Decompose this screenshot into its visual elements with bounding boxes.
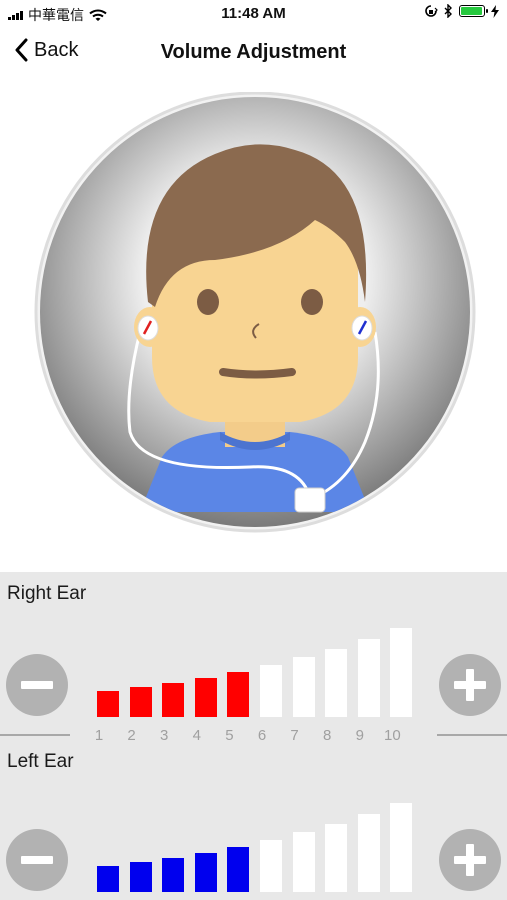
left-volume-bar-9[interactable]	[357, 814, 380, 892]
left-volume-bar-10[interactable]	[390, 803, 413, 892]
navigation-bar: Back Volume Adjustment	[0, 28, 507, 76]
right-volume-bar-8[interactable]	[325, 649, 348, 717]
scale-tick-7: 7	[290, 727, 299, 744]
right-volume-bar-3[interactable]	[162, 683, 185, 717]
right-volume-bar-9[interactable]	[357, 639, 380, 717]
left-ear-panel: Left Ear	[0, 746, 507, 900]
right-volume-bar-5[interactable]	[227, 672, 250, 717]
lock-rotation-icon	[425, 5, 438, 17]
right-volume-bar-2[interactable]	[129, 687, 152, 717]
status-bar: 中華電信 11:48 AM	[0, 0, 507, 28]
right-volume-bar-10[interactable]	[390, 628, 413, 717]
right-earbud	[137, 315, 159, 341]
left-volume-bar-4[interactable]	[194, 853, 217, 892]
left-volume-bar-3[interactable]	[162, 858, 185, 892]
scale-tick-1: 1	[94, 727, 104, 744]
left-volume-bar-8[interactable]	[325, 824, 348, 892]
left-earbud	[351, 315, 373, 341]
scale-tick-4: 4	[192, 727, 201, 744]
left-volume-bar-1[interactable]	[97, 866, 119, 892]
scale-tick-9: 9	[355, 727, 364, 744]
left-volume-up-button[interactable]	[439, 829, 501, 891]
left-volume-bars	[0, 746, 507, 900]
scale-tick-3: 3	[160, 727, 169, 744]
left-volume-bar-2[interactable]	[129, 862, 152, 892]
charging-icon	[491, 4, 499, 18]
page-title: Volume Adjustment	[160, 41, 347, 63]
earphone-remote	[294, 487, 326, 513]
avatar-illustration	[34, 92, 476, 533]
scale-tick-6: 6	[257, 727, 267, 744]
right-volume-bar-6[interactable]	[260, 665, 282, 717]
right-volume-up-button[interactable]	[439, 654, 501, 716]
scale-tick-10: 10	[384, 727, 401, 744]
status-indicators	[424, 4, 499, 18]
bluetooth-icon	[444, 4, 452, 18]
right-volume-bars	[0, 572, 507, 746]
right-ear-panel: Right Ear 1 2 3 4 5 6 7 8 9 10	[0, 572, 507, 746]
scale-tick-8: 8	[323, 727, 332, 744]
volume-scale: 1 2 3 4 5 6 7 8 9 10	[0, 727, 507, 745]
left-volume-bar-5[interactable]	[227, 847, 250, 892]
right-volume-bar-1[interactable]	[97, 691, 119, 717]
left-volume-bar-6[interactable]	[260, 840, 282, 892]
scale-tick-5: 5	[225, 727, 234, 744]
battery-icon	[459, 5, 488, 17]
right-volume-bar-7[interactable]	[292, 657, 315, 717]
right-volume-bar-4[interactable]	[194, 678, 217, 717]
left-volume-bar-7[interactable]	[292, 832, 315, 892]
scale-tick-2: 2	[127, 727, 136, 744]
